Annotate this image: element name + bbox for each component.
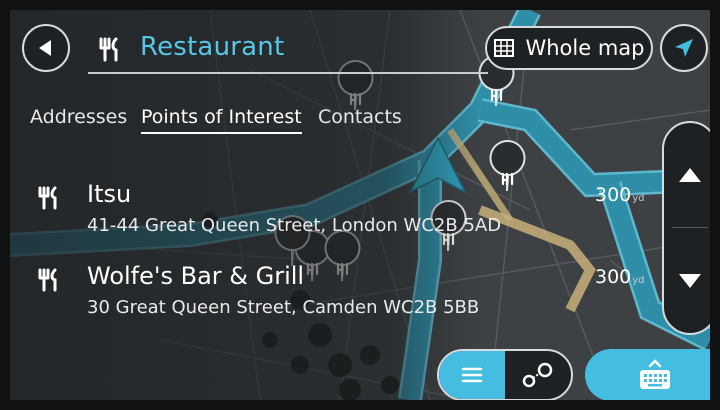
- tab-addresses[interactable]: Addresses: [30, 106, 127, 128]
- result-distance: 300yd: [595, 266, 645, 288]
- result-row[interactable]: Itsu 41-44 Great Queen Street, London WC…: [10, 178, 660, 250]
- back-button[interactable]: [22, 24, 70, 72]
- list-icon: [461, 367, 483, 383]
- map-view-button[interactable]: [505, 351, 571, 399]
- restaurant-fork-knife-icon: [99, 37, 118, 62]
- list-view-button[interactable]: [439, 351, 505, 399]
- distance-unit: yd: [632, 193, 645, 204]
- result-address: 41-44 Great Queen Street, London WC2B 5A…: [87, 215, 502, 236]
- result-address: 30 Great Queen Street, Camden WC2B 5BB: [87, 297, 480, 318]
- result-name: Wolfe's Bar & Grill: [87, 262, 305, 290]
- tab-contacts[interactable]: Contacts: [318, 106, 402, 128]
- result-name: Itsu: [87, 180, 132, 208]
- app-window: Restaurant Whole map Addresses Points of…: [10, 10, 710, 400]
- distance-unit: yd: [632, 275, 645, 286]
- scroll-down-button[interactable]: [664, 229, 710, 333]
- whole-map-label: Whole map: [525, 36, 645, 60]
- scroll-divider: [672, 227, 708, 228]
- route-pins-icon: [522, 362, 553, 388]
- view-toggle: [437, 349, 573, 400]
- scroll-control: [662, 121, 710, 335]
- distance-value: 300: [595, 184, 632, 206]
- navigate-button[interactable]: [660, 24, 708, 72]
- scroll-up-button[interactable]: [664, 123, 710, 227]
- keyboard-button[interactable]: [585, 349, 710, 400]
- restaurant-icon: [38, 186, 57, 210]
- back-arrow-icon: [39, 40, 51, 56]
- search-field[interactable]: Restaurant: [88, 24, 488, 74]
- keyboard-icon: [640, 359, 670, 389]
- chevron-up-icon: [679, 168, 701, 182]
- tab-points-of-interest[interactable]: Points of Interest: [141, 106, 302, 134]
- map-grid-icon: [494, 39, 515, 57]
- result-row[interactable]: Wolfe's Bar & Grill 30 Great Queen Stree…: [10, 260, 660, 332]
- restaurant-icon: [38, 268, 57, 292]
- result-distance: 300yd: [595, 184, 645, 206]
- navigation-arrow-icon: [675, 39, 693, 57]
- chevron-down-icon: [679, 274, 701, 288]
- search-query-text[interactable]: Restaurant: [140, 32, 284, 62]
- distance-value: 300: [595, 266, 632, 288]
- whole-map-button[interactable]: Whole map: [485, 26, 653, 70]
